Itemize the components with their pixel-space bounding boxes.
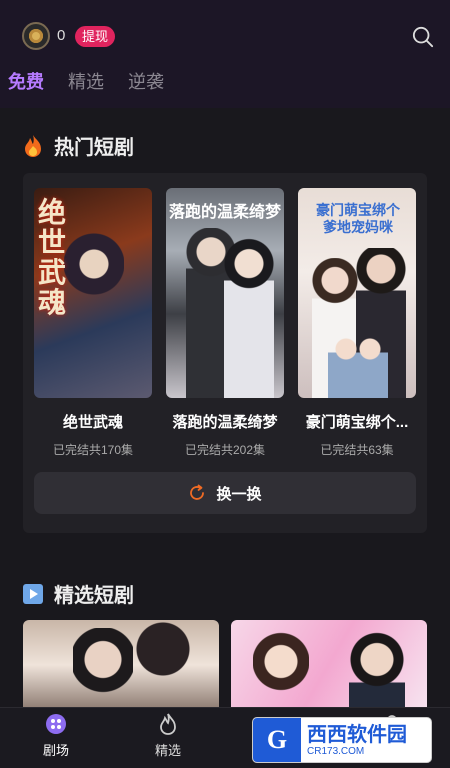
drama-title: 豪门萌宝绑个... [305, 414, 409, 431]
hot-section-title: 热门短剧 [22, 131, 134, 160]
featured-section-label: 精选短剧 [54, 585, 134, 607]
nav-item-theater[interactable]: 剧场 [16, 712, 96, 759]
refresh-icon [190, 484, 205, 500]
drama-status: 已完结共202集 [184, 443, 266, 457]
nav-label: 精选 [154, 743, 181, 758]
poster-title: 豪门萌宝绑个爹地宠妈咪 [316, 202, 400, 235]
hot-dramas-panel: 绝世武魂 绝世武魂 已完结共170集 落跑的温柔绮梦 落跑的温柔绮梦 已完结共2… [23, 173, 427, 533]
tab-free[interactable]: 免费 [8, 68, 44, 94]
category-tabs: 免费 精选 逆袭 [8, 68, 164, 94]
hot-section-label: 热门短剧 [54, 137, 134, 159]
poster-title: 落跑的温柔绮梦 [168, 204, 281, 221]
fire-icon [25, 134, 41, 157]
drama-card[interactable]: 落跑的温柔绮梦 落跑的温柔绮梦 已完结共202集 [166, 188, 284, 458]
poster-image[interactable]: 豪门萌宝绑个爹地宠妈咪 [298, 188, 416, 398]
theater-icon [46, 714, 66, 734]
nav-label: 剧场 [42, 743, 69, 758]
drama-status: 已完结共63集 [320, 443, 394, 457]
watermark-brand: 西西软件园 [307, 723, 407, 746]
drama-title: 落跑的温柔绮梦 [172, 414, 278, 431]
featured-list [23, 620, 427, 710]
tab-comeback[interactable]: 逆袭 [128, 68, 164, 94]
play-icon [23, 583, 43, 604]
search-icon[interactable] [412, 26, 434, 48]
poster-image[interactable]: 落跑的温柔绮梦 [166, 188, 284, 398]
drama-status: 已完结共170集 [52, 443, 134, 457]
featured-section-title: 精选短剧 [22, 579, 134, 608]
refresh-label: 换一换 [216, 485, 262, 503]
coin-count: 0 [57, 27, 66, 44]
coin-icon[interactable] [22, 22, 50, 50]
flame-icon [160, 713, 176, 735]
refresh-button[interactable]: 换一换 [34, 472, 416, 514]
nav-item-featured[interactable]: 精选 [128, 712, 208, 759]
drama-card[interactable]: 豪门萌宝绑个爹地宠妈咪 豪门萌宝绑个... 已完结共63集 [298, 188, 416, 458]
watermark-logo: G 西西软件园 CR173.COM [253, 718, 431, 762]
watermark-letter: G [253, 718, 301, 762]
poster-image[interactable]: 绝世武魂 [34, 188, 152, 398]
watermark-site: CR173.COM [307, 745, 365, 757]
top-bar: 0 提现 免费 精选 逆袭 [0, 0, 450, 108]
poster-title: 绝世武魂 [38, 197, 67, 318]
drama-card[interactable]: 绝世武魂 绝世武魂 已完结共170集 [34, 188, 152, 458]
withdraw-button[interactable]: 提现 [75, 26, 116, 47]
drama-title: 绝世武魂 [62, 414, 123, 431]
featured-poster[interactable] [231, 620, 427, 710]
featured-poster[interactable] [23, 620, 219, 710]
tab-featured[interactable]: 精选 [68, 68, 104, 94]
